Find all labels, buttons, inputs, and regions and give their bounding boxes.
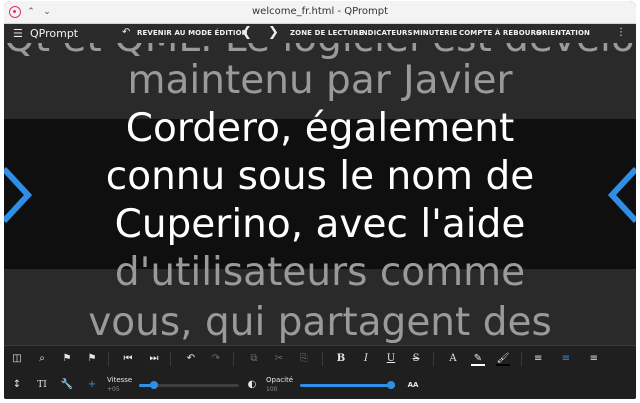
brush-icon[interactable]: 🖌 — [496, 352, 510, 366]
title-bar: ⌃ ⌄ welcome_fr.html - QPrompt — [4, 1, 636, 24]
line-height-icon[interactable]: ↕ — [10, 378, 24, 392]
bold-icon[interactable]: B — [334, 352, 348, 366]
back-to-edit-button[interactable]: REVENIR AU MODE ÉDITION — [137, 29, 248, 37]
copy-icon[interactable]: ⧉ — [247, 352, 261, 366]
skip-forward-icon[interactable]: ⏭ — [147, 352, 161, 366]
speed-label: Vitesse — [107, 376, 133, 384]
redo-icon[interactable]: ↷ — [209, 352, 223, 366]
app-window: ⌃ ⌄ welcome_fr.html - QPrompt ☰ QPrompt … — [4, 1, 636, 399]
separator — [108, 352, 109, 366]
previous-marker-button[interactable]: ❮ — [241, 25, 252, 40]
search-icon[interactable]: ⌕ — [35, 352, 49, 366]
contrast-icon[interactable]: ◐ — [245, 378, 259, 392]
prompter-line: d'utilisateurs comme — [114, 250, 526, 295]
separator — [170, 352, 171, 366]
align-right-icon[interactable]: ≡ — [584, 352, 598, 366]
top-toolbar: ☰ QPrompt ↶ REVENIR AU MODE ÉDITION ❮ ❯ … — [4, 24, 636, 43]
add-bookmark-icon[interactable]: ⚑ — [60, 352, 74, 366]
font-size-icon[interactable]: TI — [35, 378, 49, 392]
speed-slider-handle[interactable] — [150, 381, 158, 389]
align-center-icon[interactable]: ≡ — [559, 352, 573, 366]
back-arrow-icon: ↶ — [122, 27, 131, 38]
separator — [322, 352, 323, 366]
countdown-button[interactable]: COMPTE À REBOURS — [459, 29, 541, 37]
paste-icon[interactable]: ⎘ — [297, 352, 311, 366]
prompter-area[interactable]: Qt et QML. Le logiciel est développé et … — [4, 43, 636, 345]
underline-icon[interactable]: U — [384, 352, 398, 366]
reading-zone-button[interactable]: ZONE DE LECTURE — [290, 29, 364, 37]
opacity-slider-fill — [300, 384, 395, 387]
add-icon[interactable]: + — [85, 378, 99, 392]
prompter-line: vous, qui partagent des — [88, 300, 552, 345]
opacity-label: Opacité — [266, 376, 294, 384]
prompter-line: connu sous le nom de — [105, 154, 535, 199]
prompter-line: Cordero, également — [125, 106, 515, 151]
editor-toolbar: ◫ ⌕ ⚑ ⚑ ⏮ ⏭ ↶ ↷ ⧉ ✂ ⎘ B I U S A ✎ 🖌 ≡ ≡ … — [4, 345, 636, 399]
highlight-icon[interactable]: ✎ — [471, 352, 485, 366]
hamburger-menu-icon[interactable]: ☰ — [13, 27, 23, 40]
speed-value: +05 — [107, 386, 120, 393]
window-title: welcome_fr.html - QPrompt — [251, 6, 388, 17]
speed-slider[interactable] — [139, 381, 239, 389]
prompter-line: Cuperino, avec l'aide — [114, 202, 526, 247]
opacity-slider[interactable] — [300, 381, 395, 389]
left-pointer-arrow-icon — [4, 166, 32, 224]
italic-icon[interactable]: I — [359, 352, 373, 366]
prompter-line: maintenu par Javier — [127, 58, 513, 103]
next-marker-button[interactable]: ❯ — [268, 25, 279, 40]
layout-icon[interactable]: ◫ — [10, 352, 24, 366]
timer-button[interactable]: MINUTERIE — [413, 29, 457, 37]
wrench-icon[interactable]: 🔧 — [60, 378, 74, 392]
separator — [521, 352, 522, 366]
strikethrough-icon[interactable]: S — [409, 352, 423, 366]
opacity-slider-handle[interactable] — [387, 381, 395, 389]
opacity-value: 100 — [266, 386, 278, 393]
skip-back-icon[interactable]: ⏮ — [121, 352, 135, 366]
bookmark-icon[interactable]: ⚑ — [85, 352, 99, 366]
orientation-button[interactable]: ORIENTATION — [536, 29, 590, 37]
cut-icon[interactable]: ✂ — [272, 352, 286, 366]
indicators-button[interactable]: INDICATEURS — [359, 29, 413, 37]
align-left-icon[interactable]: ≡ — [534, 352, 548, 366]
separator — [433, 352, 434, 366]
more-options-icon[interactable]: ⋮ — [616, 27, 626, 38]
font-color-icon[interactable]: A — [446, 352, 460, 366]
separator — [233, 352, 234, 366]
app-name: QPrompt — [30, 27, 79, 40]
undo-icon[interactable]: ↶ — [184, 352, 198, 366]
right-pointer-arrow-icon — [608, 166, 636, 224]
font-scale-icon[interactable]: AA — [406, 378, 420, 392]
